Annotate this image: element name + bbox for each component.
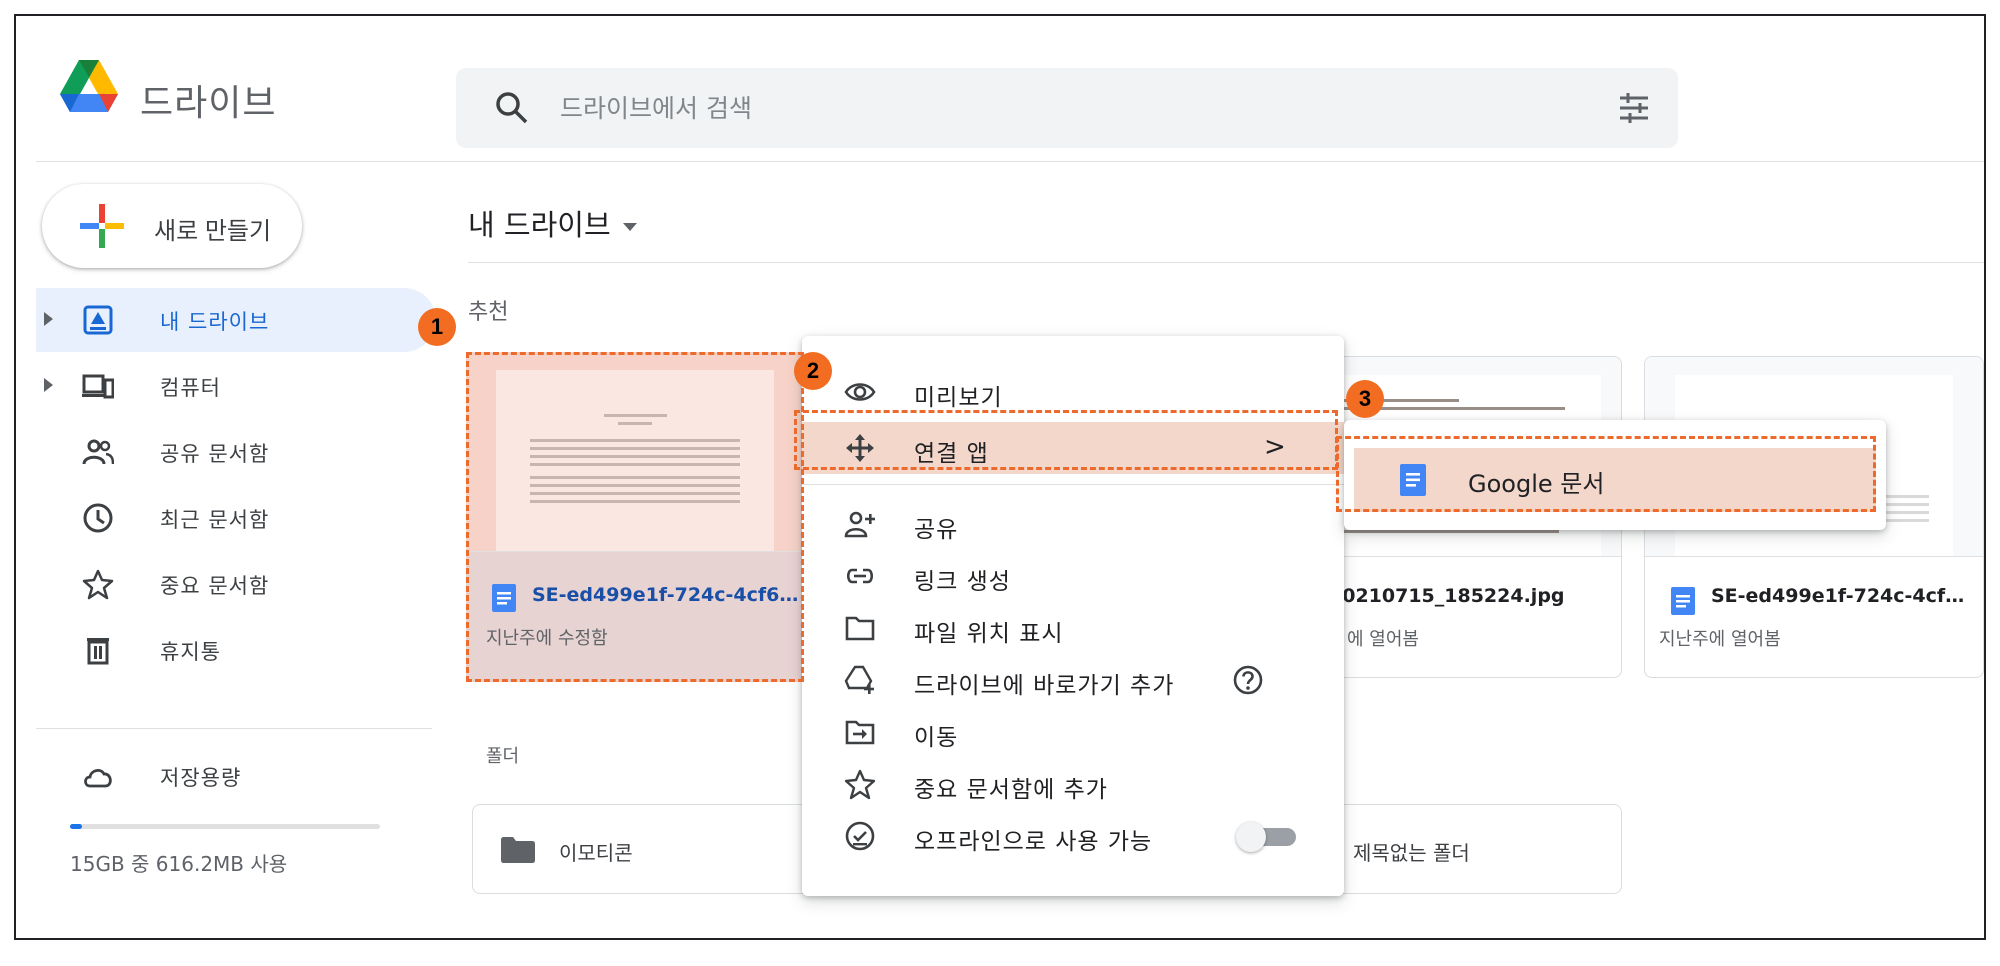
sidebar-item-label: 최근 문서함 bbox=[160, 508, 270, 532]
submenu-item-google-docs[interactable]: Google 문서 bbox=[1354, 448, 1876, 512]
menu-item-show-file-location[interactable]: 파일 위치 표시 bbox=[802, 602, 1344, 654]
person-add-icon bbox=[844, 511, 875, 538]
storage-progress-bar bbox=[70, 824, 380, 829]
expand-caret-icon[interactable] bbox=[44, 378, 53, 392]
folder-icon bbox=[501, 837, 535, 863]
menu-item-label: 링크 생성 bbox=[914, 569, 1011, 595]
add-shortcut-icon bbox=[844, 665, 874, 694]
file-thumbnail bbox=[466, 352, 804, 552]
app-brand: 드라이브 bbox=[140, 83, 277, 124]
file-name: SE-ed499e1f-724c-4cf6-... bbox=[532, 584, 804, 606]
menu-item-open-with[interactable]: 연결 앱 > bbox=[802, 422, 1344, 474]
menu-item-get-link[interactable]: 링크 생성 bbox=[802, 550, 1344, 602]
eye-icon bbox=[844, 383, 876, 401]
menu-item-add-shortcut[interactable]: 드라이브에 바로가기 추가 bbox=[802, 654, 1344, 706]
sidebar-item-shared[interactable]: 공유 문서함 bbox=[36, 420, 436, 484]
sidebar-item-label: 내 드라이브 bbox=[160, 310, 270, 334]
submenu-item-label: Google 문서 bbox=[1468, 470, 1605, 498]
sidebar-item-label: 휴지통 bbox=[160, 640, 221, 664]
page-title[interactable]: 내 드라이브 bbox=[468, 202, 637, 244]
sidebar-item-my-drive[interactable]: 내 드라이브 bbox=[36, 288, 436, 352]
submenu-arrow-icon: > bbox=[1264, 432, 1286, 462]
search-icon[interactable] bbox=[494, 90, 530, 126]
folder-card[interactable]: 이모티콘 bbox=[472, 804, 852, 894]
file-activity: 에 열어봄 bbox=[1347, 629, 1419, 650]
menu-item-label: 파일 위치 표시 bbox=[914, 621, 1064, 647]
sidebar-item-starred[interactable]: 중요 문서함 bbox=[36, 552, 436, 616]
star-icon bbox=[82, 569, 114, 600]
open-with-icon bbox=[846, 434, 874, 462]
file-card[interactable]: SE-ed499e1f-724c-4cf6-... 지난주에 수정함 bbox=[466, 352, 804, 682]
computers-icon bbox=[82, 374, 114, 399]
google-docs-icon bbox=[1671, 587, 1695, 615]
sidebar-item-label: 컴퓨터 bbox=[160, 376, 221, 400]
file-name: SE-ed499e1f-724c-4cf6-... bbox=[1711, 585, 1977, 607]
folder-name: 이모티콘 bbox=[559, 841, 633, 865]
storage-progress-fill bbox=[70, 824, 83, 829]
trash-icon bbox=[87, 638, 109, 665]
file-activity: 지난주에 열어봄 bbox=[1659, 629, 1781, 650]
sidebar-divider bbox=[36, 728, 432, 729]
menu-item-label: 연결 앱 bbox=[914, 441, 989, 467]
context-menu: 미리보기 연결 앱 > 공유 링크 생성 파일 위치 표시 드라이브에 바로가기… bbox=[802, 336, 1344, 896]
menu-item-label: 이동 bbox=[914, 725, 959, 751]
suggested-label: 추천 bbox=[468, 300, 509, 325]
page-title-text: 내 드라이브 bbox=[468, 208, 611, 242]
menu-item-move[interactable]: 이동 bbox=[802, 706, 1344, 758]
drive-logo-icon bbox=[60, 60, 118, 112]
folders-label: 폴더 bbox=[486, 746, 520, 767]
header-divider bbox=[36, 161, 1984, 162]
google-docs-icon bbox=[1400, 464, 1426, 496]
cloud-icon bbox=[84, 769, 112, 788]
annotation-badge-2: 2 bbox=[794, 352, 832, 390]
screenshot-frame: 드라이브 새로 만들기 내 bbox=[14, 14, 1986, 940]
sidebar-item-storage[interactable]: 저장용량 bbox=[36, 744, 436, 808]
open-with-submenu: Google 문서 bbox=[1344, 420, 1886, 530]
plus-icon bbox=[80, 204, 124, 248]
new-button-label: 새로 만들기 bbox=[154, 218, 272, 245]
offline-toggle[interactable] bbox=[1236, 822, 1300, 852]
menu-item-available-offline[interactable]: 오프라인으로 사용 가능 bbox=[802, 810, 1344, 862]
google-docs-icon bbox=[492, 584, 516, 612]
sidebar-item-label: 공유 문서함 bbox=[160, 442, 270, 466]
storage-usage-text: 15GB 중 616.2MB 사용 bbox=[70, 852, 288, 876]
move-icon bbox=[845, 720, 875, 745]
menu-item-label: 공유 bbox=[914, 517, 959, 543]
link-icon bbox=[846, 568, 874, 584]
file-name: 20210715_185224.jpg bbox=[1329, 585, 1565, 607]
new-button[interactable]: 새로 만들기 bbox=[42, 184, 302, 268]
expand-caret-icon[interactable] bbox=[44, 312, 53, 326]
sidebar-item-computers[interactable]: 컴퓨터 bbox=[36, 354, 436, 418]
sidebar-item-label: 중요 문서함 bbox=[160, 574, 270, 598]
my-drive-icon bbox=[83, 305, 113, 335]
annotation-badge-1: 1 bbox=[418, 308, 456, 346]
sidebar-item-trash[interactable]: 휴지통 bbox=[36, 618, 436, 682]
sidebar-item-recent[interactable]: 최근 문서함 bbox=[36, 486, 436, 550]
folder-outline-icon bbox=[845, 616, 875, 641]
menu-item-label: 드라이브에 바로가기 추가 bbox=[914, 673, 1175, 699]
file-activity: 지난주에 수정함 bbox=[486, 628, 608, 649]
annotation-badge-3: 3 bbox=[1346, 380, 1384, 418]
menu-item-preview[interactable]: 미리보기 bbox=[802, 366, 1344, 418]
menu-item-share[interactable]: 공유 bbox=[802, 498, 1344, 550]
shared-icon bbox=[82, 439, 114, 465]
toggle-knob bbox=[1236, 822, 1266, 852]
chevron-down-icon[interactable] bbox=[622, 223, 637, 231]
search-options-icon[interactable] bbox=[1616, 90, 1652, 126]
menu-item-label: 미리보기 bbox=[914, 385, 1003, 411]
recent-clock-icon bbox=[83, 503, 113, 533]
storage-label: 저장용량 bbox=[160, 766, 242, 790]
folder-name: 제목없는 폴더 bbox=[1353, 841, 1470, 865]
menu-item-add-to-starred[interactable]: 중요 문서함에 추가 bbox=[802, 758, 1344, 810]
menu-item-label: 오프라인으로 사용 가능 bbox=[914, 829, 1153, 855]
star-outline-icon bbox=[844, 769, 876, 800]
offline-check-icon bbox=[845, 821, 875, 851]
search-input[interactable] bbox=[560, 86, 1460, 130]
menu-item-label: 중요 문서함에 추가 bbox=[914, 777, 1108, 803]
title-divider bbox=[468, 262, 1984, 263]
help-icon[interactable] bbox=[1232, 664, 1264, 696]
menu-divider bbox=[802, 484, 1344, 485]
search-bar[interactable] bbox=[456, 68, 1678, 148]
